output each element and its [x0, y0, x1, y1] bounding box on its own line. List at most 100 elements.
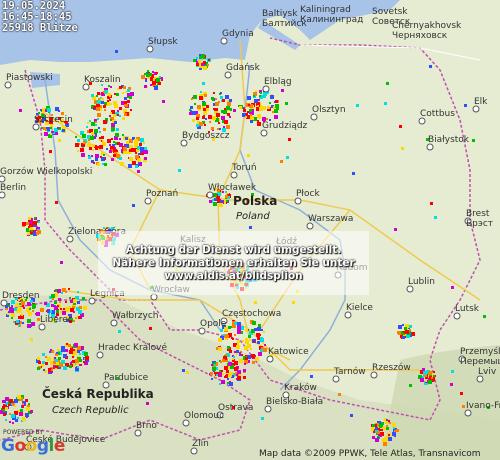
lightning-strike — [356, 104, 359, 107]
lightning-strike — [397, 331, 400, 334]
lightning-strike — [77, 366, 79, 368]
lightning-strike — [388, 437, 392, 441]
city-label: Baltiysk — [262, 9, 298, 19]
lightning-strike — [259, 95, 261, 97]
lightning-strike — [215, 108, 218, 111]
lightning-strike — [75, 143, 79, 147]
lightning-strike — [104, 163, 107, 166]
lightning-strike — [111, 138, 113, 140]
lightning-strike — [264, 344, 266, 346]
lightning-strike — [51, 369, 53, 371]
lightning-strike — [111, 158, 114, 161]
city-label: Gorzów Wielkopolski — [0, 166, 92, 177]
lightning-strike — [237, 370, 241, 374]
lightning-strike — [243, 107, 245, 109]
lightning-strike — [237, 376, 241, 380]
lightning-strike — [40, 109, 42, 111]
lightning-strike — [55, 201, 58, 204]
lightning-strike — [381, 429, 383, 431]
google-logo[interactable]: Google — [1, 436, 65, 456]
lightning-strike — [60, 261, 63, 264]
lightning-strike — [292, 301, 295, 304]
lightning-strike — [433, 375, 435, 377]
city-label: Brno — [136, 421, 157, 431]
lightning-strike — [137, 170, 140, 173]
lightning-strike — [237, 330, 241, 334]
city-label: Черняховск — [392, 31, 448, 41]
lightning-strike — [14, 399, 18, 403]
lightning-strike — [239, 359, 243, 363]
lightning-strike — [221, 116, 225, 120]
lightning-strike — [69, 350, 73, 354]
lightning-strike — [252, 321, 256, 325]
lightning-strike — [229, 99, 232, 102]
city-label: Elk — [474, 97, 488, 107]
lightning-strike — [247, 154, 250, 157]
lightning-strike — [127, 100, 130, 103]
lightning-strike — [41, 127, 43, 129]
lightning-strike — [232, 358, 234, 360]
lightning-strike — [202, 102, 206, 106]
lightning-strike — [101, 101, 104, 104]
lightning-strike — [244, 346, 248, 350]
lightning-strike — [113, 114, 116, 117]
lightning-strike — [75, 349, 77, 351]
lightning-strike — [472, 139, 475, 142]
lightning-strike — [119, 107, 122, 110]
lightning-strike — [225, 95, 229, 99]
lightning-strike — [270, 95, 274, 99]
lightning-strike — [58, 110, 60, 112]
lightning-strike — [47, 310, 50, 313]
lightning-strike — [257, 337, 260, 340]
city-label: Przemyśl — [460, 346, 500, 357]
lightning-strike — [206, 105, 209, 108]
lightning-strike — [92, 144, 95, 147]
lightning-strike — [124, 113, 127, 116]
lightning-strike — [110, 112, 112, 114]
city-label: Koszalin — [84, 75, 121, 85]
lightning-strike — [225, 354, 227, 356]
lightning-strike — [219, 203, 223, 207]
lightning-strike — [394, 430, 396, 432]
notice-line-2: Nähere Informationen erhalten Sie unter — [112, 256, 355, 269]
lightning-strike — [386, 427, 389, 430]
lightning-strike — [3, 413, 6, 416]
lightning-strike — [404, 327, 407, 330]
lightning-strike — [384, 102, 387, 105]
city-label: Włocławek — [208, 183, 257, 193]
lightning-strike — [95, 124, 97, 126]
lightning-strike — [113, 141, 115, 143]
lightning-strike — [228, 362, 232, 366]
lightning-strike — [225, 375, 228, 378]
lightning-strike — [237, 343, 239, 345]
lightning-strike — [223, 126, 225, 128]
lightning-strike — [422, 376, 424, 378]
lightning-strike — [209, 121, 211, 123]
lightning-strike — [257, 341, 260, 344]
lightning-strike — [97, 113, 101, 117]
lightning-strike — [260, 105, 262, 107]
lightning-strike — [77, 307, 79, 309]
lightning-strike — [274, 115, 278, 119]
lightning-strike — [11, 317, 13, 319]
lightning-strike — [84, 352, 88, 356]
lightning-strike — [269, 102, 271, 104]
lightning-strike — [234, 322, 237, 325]
lightning-strike — [23, 307, 25, 309]
country-label-poland-en: Poland — [236, 211, 270, 222]
strike-info: 19.05.2024 16:45-18:45 25918 Blitze — [2, 1, 78, 34]
city-label: Lutsk — [455, 304, 480, 314]
map-attribution[interactable]: Map data ©2009 PPWK, Tele Atlas, Transna… — [259, 449, 481, 459]
city-label: Olsztyn — [312, 105, 346, 115]
lightning-strike — [11, 414, 15, 418]
lightning-strike — [216, 374, 218, 376]
lightning-strike — [59, 363, 63, 367]
city-label: Poznań — [146, 189, 178, 199]
lightning-strike — [98, 98, 100, 100]
notice-line-3[interactable]: www.aldis.at/blidsplion — [164, 270, 302, 283]
lightning-strike — [145, 80, 147, 82]
lightning-strike — [83, 361, 85, 363]
lightning-strike — [109, 150, 112, 153]
lightning-strike — [223, 110, 227, 114]
lightning-strike — [73, 320, 75, 322]
